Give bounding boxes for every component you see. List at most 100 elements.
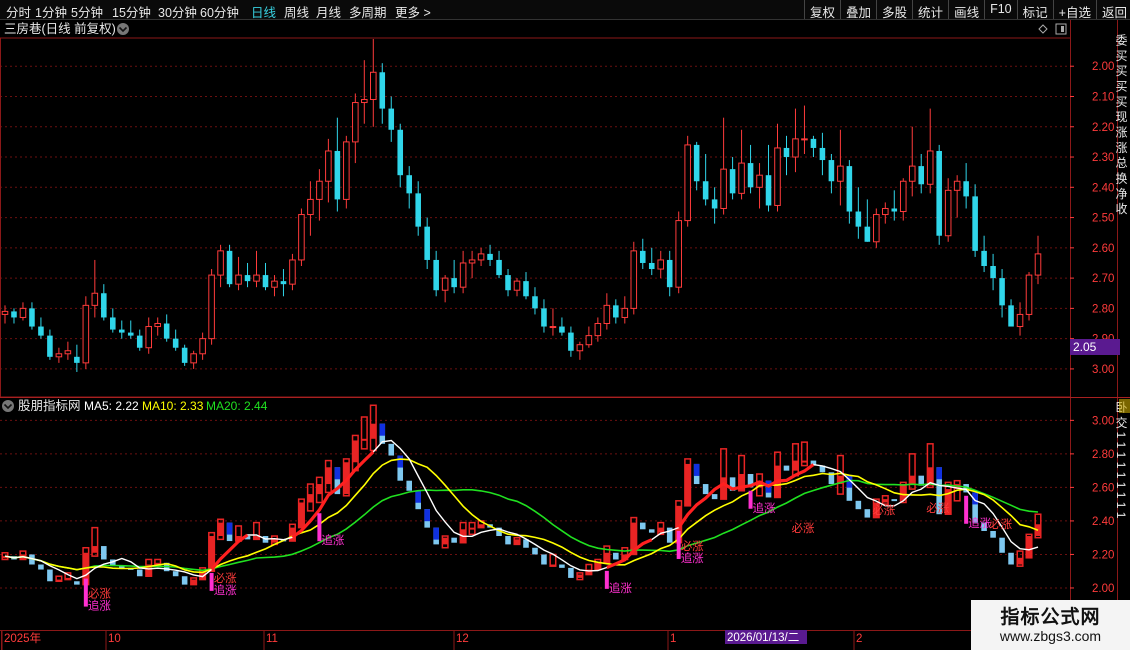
indicator-bar — [1034, 513, 1042, 539]
time-label: 12 — [456, 633, 469, 645]
tag-chase: 追涨 — [609, 581, 632, 595]
price-axis: 3.002.902.802.702.602.502.402.302.202.10… — [1070, 61, 1114, 376]
candle — [855, 187, 862, 239]
indicator-bar — [226, 522, 233, 542]
toolbar-button[interactable]: 复权 — [804, 0, 840, 20]
candle — [837, 129, 844, 206]
candle — [630, 241, 638, 315]
candle — [648, 247, 655, 276]
toolbar-button[interactable]: 叠加 — [840, 0, 876, 20]
candle — [334, 117, 341, 212]
tag-up: 必涨 — [88, 588, 111, 601]
period-tab[interactable]: 多周期 — [349, 2, 387, 21]
period-tab[interactable]: 更多 > — [395, 2, 431, 21]
toolbar-button[interactable]: 标记 — [1016, 0, 1053, 20]
candle — [388, 96, 395, 142]
candle — [496, 250, 502, 279]
price-tick: 2.50 — [1092, 213, 1114, 225]
toolbar-button[interactable]: 多股 — [876, 0, 912, 20]
indicator-bar — [388, 443, 395, 456]
candle — [38, 317, 44, 339]
candle — [253, 250, 260, 288]
indicator-tick: 2.60 — [1092, 482, 1114, 494]
ma10-readout: MA10: 2.33 — [142, 399, 204, 413]
period-tab[interactable]: 15分钟 — [112, 2, 151, 21]
toolbar-button[interactable]: 画线 — [948, 0, 984, 20]
candle — [756, 163, 763, 209]
candle — [693, 141, 700, 191]
candle — [747, 144, 754, 194]
indicator-bar — [136, 569, 143, 577]
period-tab[interactable]: 1分钟 — [35, 2, 67, 21]
indicator-bar — [91, 526, 99, 557]
candle — [549, 308, 557, 336]
indicator-bar — [505, 536, 511, 545]
period-tab[interactable]: 日线 — [251, 2, 276, 21]
candle — [990, 253, 996, 291]
period-tab[interactable]: 分时 — [6, 2, 31, 21]
chart-area: 三房巷(日线 前复权) 3.002.902.802.702.602.502.40… — [0, 20, 1130, 650]
diamond-icon[interactable] — [1038, 24, 1048, 34]
toolbar-button[interactable]: 统计 — [912, 0, 948, 20]
candle — [406, 166, 413, 209]
indicator-bar — [101, 546, 107, 560]
period-tab[interactable]: 月线 — [316, 2, 341, 21]
candle — [675, 211, 682, 294]
candle — [208, 269, 215, 345]
indicator-menu-icon[interactable] — [2, 400, 14, 412]
toolbar-button[interactable]: F10 — [984, 0, 1017, 19]
candle — [1016, 302, 1024, 336]
price-tick: 2.20 — [1092, 122, 1114, 134]
candle — [738, 129, 745, 200]
indicator-tick: 2.20 — [1092, 549, 1114, 561]
candle — [217, 244, 224, 288]
indicator-bar — [306, 483, 314, 512]
candle — [972, 184, 978, 257]
price-tick: 2.70 — [1092, 273, 1114, 285]
ma20-readout: MA20: 2.44 — [206, 399, 268, 413]
candle — [908, 126, 916, 197]
toolbar-button[interactable]: +自选 — [1052, 0, 1096, 20]
period-tab[interactable]: 60分钟 — [200, 2, 239, 21]
indicator-bar — [648, 529, 655, 533]
candle — [774, 123, 781, 212]
indicator-bar — [415, 490, 421, 510]
candle — [684, 135, 691, 227]
chart-menu-icon[interactable] — [117, 23, 129, 35]
candle — [711, 187, 718, 224]
candle — [864, 199, 871, 242]
indicator-bar — [711, 494, 718, 500]
candle — [819, 132, 826, 176]
indicator-bar — [190, 577, 198, 586]
candle — [101, 284, 107, 321]
indicator-tick: 2.00 — [1092, 583, 1114, 595]
watermark-url: www.zbgs3.com — [999, 628, 1102, 644]
candle — [352, 93, 359, 164]
price-tick: 2.40 — [1092, 182, 1114, 194]
indicator-bar — [297, 498, 305, 529]
indicator-bar — [541, 554, 547, 565]
price-tick: 3.00 — [1092, 364, 1114, 376]
candle — [594, 317, 602, 342]
cursor-date-label: 2026/01/13/二 — [727, 632, 799, 644]
indicator-bar — [217, 518, 225, 541]
tag-up: 必涨 — [214, 572, 237, 585]
period-tab[interactable]: 5分钟 — [71, 2, 103, 21]
indicator-tick: 2.40 — [1092, 516, 1114, 528]
candle — [262, 262, 269, 291]
watermark: 指标公式网 www.zbgs3.com — [971, 600, 1130, 650]
candle — [559, 317, 565, 336]
candle — [846, 160, 853, 224]
period-tab[interactable]: 30分钟 — [158, 2, 197, 21]
indicator-bar — [369, 404, 377, 452]
indicator-bar — [441, 535, 449, 549]
candle — [891, 190, 898, 221]
toolbar-button[interactable]: 返回 — [1095, 0, 1130, 20]
candle — [154, 317, 161, 336]
period-tab[interactable]: 周线 — [284, 2, 309, 21]
candle — [127, 320, 134, 339]
candle — [424, 217, 430, 270]
indicator-tick: 2.80 — [1092, 449, 1114, 461]
tag-up: 必涨 — [872, 504, 895, 517]
tag-chase: 追涨 — [88, 599, 111, 613]
